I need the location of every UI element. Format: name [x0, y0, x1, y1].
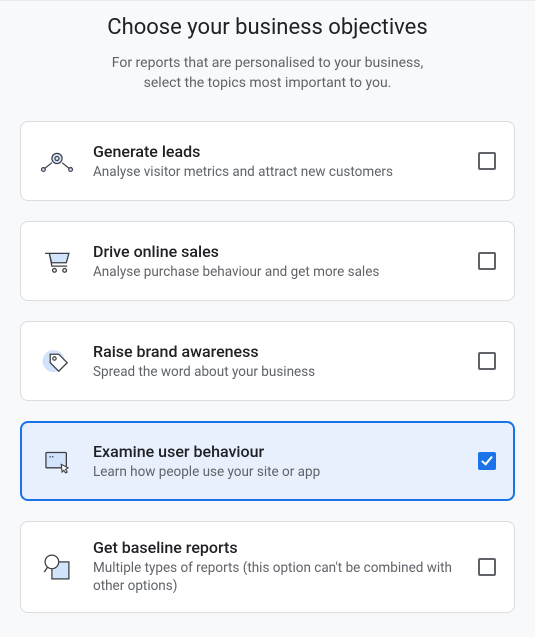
option-desc: Multiple types of reports (this option c… [93, 559, 464, 595]
screen-cursor-icon [39, 443, 75, 479]
option-card-drive-online-sales[interactable]: Drive online sales Analyse purchase beha… [20, 221, 515, 301]
option-title: Get baseline reports [93, 538, 464, 557]
cart-icon [39, 243, 75, 279]
report-magnify-icon [39, 549, 75, 585]
option-title: Drive online sales [93, 242, 464, 261]
option-desc: Analyse visitor metrics and attract new … [93, 163, 464, 181]
header: Choose your business objectives For repo… [0, 0, 535, 101]
tag-icon [39, 343, 75, 379]
page-title: Choose your business objectives [20, 15, 515, 40]
option-title: Raise brand awareness [93, 342, 464, 361]
option-card-get-baseline-reports[interactable]: Get baseline reports Multiple types of r… [20, 521, 515, 612]
option-desc: Spread the word about your business [93, 363, 464, 381]
page-subtitle: For reports that are personalised to you… [20, 54, 515, 93]
option-checkbox-get-baseline-reports[interactable] [478, 558, 496, 576]
option-desc: Learn how people use your site or app [93, 463, 464, 481]
people-compass-icon [39, 143, 75, 179]
option-card-generate-leads[interactable]: Generate leads Analyse visitor metrics a… [20, 121, 515, 201]
objectives-list: Generate leads Analyse visitor metrics a… [20, 101, 515, 612]
option-checkbox-drive-online-sales[interactable] [478, 252, 496, 270]
option-checkbox-generate-leads[interactable] [478, 152, 496, 170]
option-title: Examine user behaviour [93, 442, 464, 461]
option-card-examine-user-behaviour[interactable]: Examine user behaviour Learn how people … [20, 421, 515, 501]
option-desc: Analyse purchase behaviour and get more … [93, 263, 464, 281]
option-title: Generate leads [93, 142, 464, 161]
option-checkbox-raise-brand-awareness[interactable] [478, 352, 496, 370]
option-card-raise-brand-awareness[interactable]: Raise brand awareness Spread the word ab… [20, 321, 515, 401]
option-checkbox-examine-user-behaviour[interactable] [478, 452, 496, 470]
